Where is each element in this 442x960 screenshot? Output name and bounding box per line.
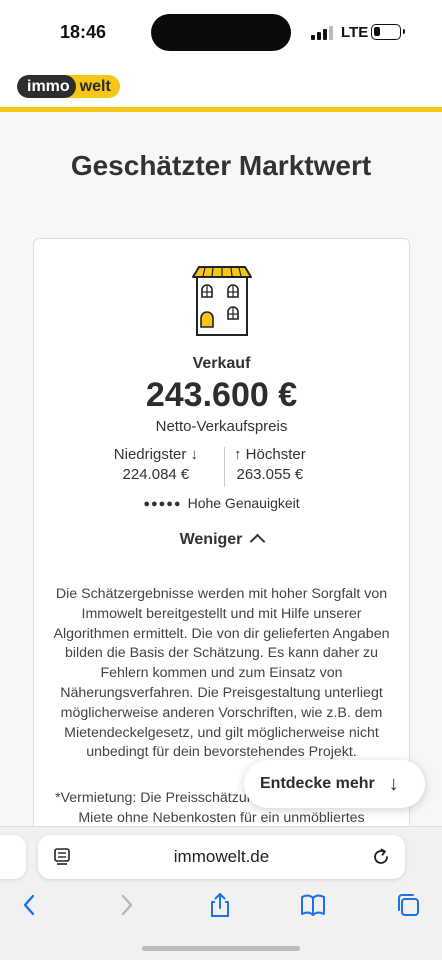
chevron-up-icon bbox=[250, 533, 266, 550]
logo-immo-text: immo bbox=[17, 75, 76, 98]
logo-welt-text: welt bbox=[79, 77, 111, 95]
immowelt-logo[interactable]: immo welt bbox=[17, 75, 120, 98]
reload-icon[interactable] bbox=[371, 847, 391, 867]
price-type-label: Netto-Verkaufspreis bbox=[155, 418, 288, 435]
status-bar: 18:46 LTE bbox=[0, 0, 442, 64]
accuracy-label: Hohe Genauigkeit bbox=[187, 495, 300, 511]
highest-price-block: ↑ Höchster 263.055 € bbox=[234, 445, 306, 485]
arrow-up-icon: ↑ bbox=[234, 446, 242, 463]
highest-label: Höchster bbox=[245, 446, 306, 463]
arrow-down-icon: ↓ bbox=[388, 772, 399, 795]
forward-icon[interactable] bbox=[112, 891, 140, 919]
status-time: 18:46 bbox=[60, 22, 107, 42]
price-range: Niedrigster ↓ 224.084 € ↑ Höchster 263.0… bbox=[34, 445, 409, 489]
battery-icon bbox=[371, 24, 405, 40]
estimated-price: 243.600 € bbox=[145, 376, 298, 414]
house-icon bbox=[192, 266, 252, 336]
previous-tab-preview[interactable] bbox=[0, 835, 26, 879]
discover-more-label: Entdecke mehr bbox=[260, 775, 375, 792]
home-indicator bbox=[142, 946, 300, 951]
lowest-price-block: Niedrigster ↓ 224.084 € bbox=[114, 445, 198, 485]
accuracy-indicator: ●●●●● Hohe Genauigkeit bbox=[34, 495, 409, 511]
accuracy-dots-icon: ●●●●● bbox=[143, 498, 182, 510]
bookmarks-icon[interactable] bbox=[299, 891, 327, 919]
discover-more-button[interactable]: Entdecke mehr ↓ bbox=[244, 760, 425, 808]
dynamic-island bbox=[151, 14, 291, 51]
arrow-down-icon: ↓ bbox=[190, 446, 199, 463]
site-header: immo welt bbox=[0, 64, 442, 112]
network-label: LTE bbox=[341, 24, 369, 41]
range-divider bbox=[224, 447, 225, 487]
url-text: immowelt.de bbox=[173, 847, 270, 866]
disclaimer-text: Die Schätzergebnisse werden mit hoher So… bbox=[53, 586, 390, 761]
share-icon[interactable] bbox=[206, 891, 234, 919]
address-bar[interactable]: immowelt.de bbox=[38, 835, 405, 879]
browser-toolbar: immowelt.de bbox=[0, 826, 442, 960]
tabs-icon[interactable] bbox=[394, 891, 422, 919]
back-icon[interactable] bbox=[16, 891, 44, 919]
page-title: Geschätzter Marktwert bbox=[70, 150, 372, 181]
lowest-value: 224.084 € bbox=[122, 466, 190, 483]
signal-icon bbox=[311, 26, 333, 40]
estimate-category: Verkauf bbox=[192, 355, 251, 372]
highest-value: 263.055 € bbox=[236, 466, 304, 483]
toggle-details-button[interactable]: Weniger bbox=[34, 531, 409, 550]
toggle-label: Weniger bbox=[179, 531, 243, 548]
battery-level bbox=[374, 27, 380, 36]
lowest-label: Niedrigster bbox=[113, 446, 187, 463]
